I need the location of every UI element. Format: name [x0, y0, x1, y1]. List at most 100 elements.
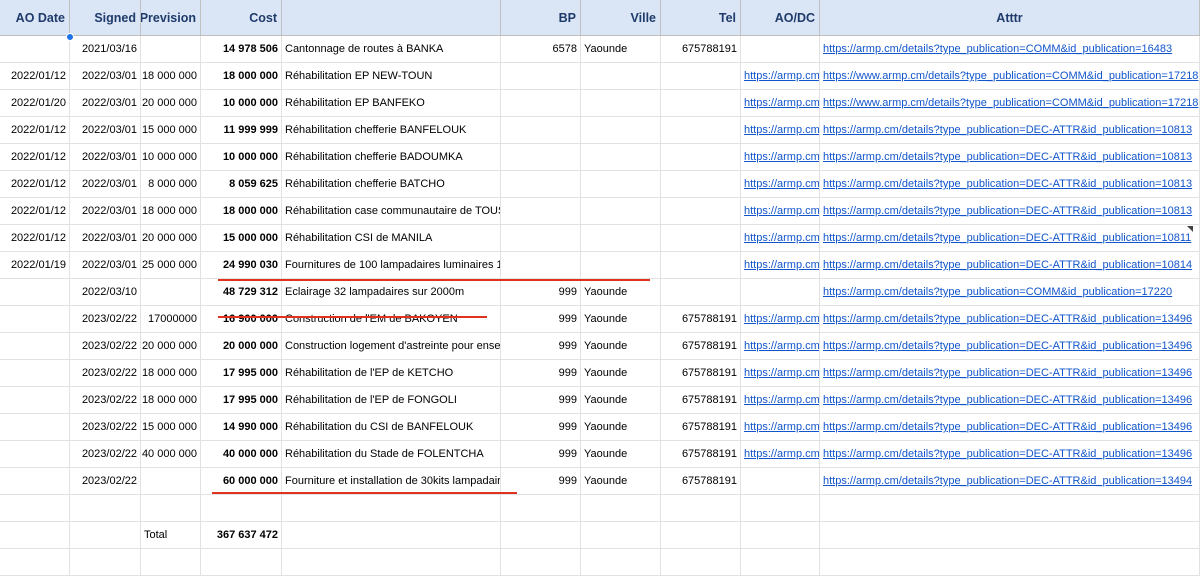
cell-bp[interactable]	[501, 171, 581, 198]
cell-ao-dc[interactable]: https://armp.cm/	[741, 252, 820, 279]
cell-tel[interactable]: 675788191	[661, 387, 741, 414]
cell-prevision[interactable]: 18 000 000	[141, 387, 201, 414]
cell-signed[interactable]: 2022/03/01	[70, 90, 141, 117]
cell-bp[interactable]: 999	[501, 387, 581, 414]
cell-ville[interactable]	[581, 549, 661, 576]
cell-ao-date[interactable]	[0, 441, 70, 468]
cell-ville[interactable]: Yaounde	[581, 387, 661, 414]
column-header-tel[interactable]: Tel	[661, 0, 741, 36]
cell-ao-date[interactable]	[0, 36, 70, 63]
cell-signed[interactable]: 2022/03/01	[70, 198, 141, 225]
cell-ao-dc[interactable]: https://armp.cm/	[741, 198, 820, 225]
cell-prevision[interactable]	[141, 468, 201, 495]
cell-ao-date[interactable]: 2022/01/12	[0, 171, 70, 198]
cell-prevision[interactable]: 25 000 000	[141, 252, 201, 279]
cell-ville[interactable]: Yaounde	[581, 468, 661, 495]
cell-ao-dc[interactable]	[741, 36, 820, 63]
cell-cost[interactable]: 18 000 000	[201, 63, 282, 90]
cell-cost[interactable]: 8 059 625	[201, 171, 282, 198]
cell-prevision[interactable]	[141, 279, 201, 306]
cell-signed[interactable]: 2023/02/22	[70, 468, 141, 495]
cell-prevision[interactable]: 18 000 000	[141, 63, 201, 90]
cell-signed[interactable]: 2023/02/22	[70, 387, 141, 414]
cell-signed[interactable]: 2022/03/01	[70, 117, 141, 144]
cell-ville[interactable]	[581, 63, 661, 90]
cell-prevision[interactable]: 8 000 000	[141, 171, 201, 198]
cell-description[interactable]: Eclairage 32 lampadaires sur 2000m	[282, 279, 501, 306]
cell-ville[interactable]	[581, 522, 661, 549]
cell-ao-dc[interactable]	[741, 279, 820, 306]
cell-atttr[interactable]: https://armp.cm/details?type_publication…	[820, 360, 1200, 387]
cell-ville[interactable]	[581, 117, 661, 144]
cell-bp[interactable]	[501, 63, 581, 90]
cell-atttr[interactable]: https://armp.cm/details?type_publication…	[820, 117, 1200, 144]
cell-signed[interactable]: 2022/03/01	[70, 225, 141, 252]
cell-ville[interactable]	[581, 252, 661, 279]
cell-bp[interactable]: 6578	[501, 36, 581, 63]
cell-atttr[interactable]: https://armp.cm/details?type_publication…	[820, 441, 1200, 468]
cell-signed[interactable]	[70, 522, 141, 549]
cell-ao-dc[interactable]: https://armp.cm/	[741, 90, 820, 117]
cell-description[interactable]: Fournitures de 100 lampadaires luminaire…	[282, 252, 501, 279]
cell-description[interactable]: Réhabilitation CSI de MANILA	[282, 225, 501, 252]
cell-bp[interactable]: 999	[501, 441, 581, 468]
cell-ville[interactable]: Yaounde	[581, 279, 661, 306]
cell-ao-date[interactable]: 2022/01/20	[0, 90, 70, 117]
cell-signed[interactable]	[70, 495, 141, 522]
cell-bp[interactable]	[501, 198, 581, 225]
cell-prevision[interactable]: 10 000 000	[141, 144, 201, 171]
cell-ao-dc[interactable]	[741, 468, 820, 495]
cell-tel[interactable]	[661, 198, 741, 225]
cell-ao-dc[interactable]: https://armp.cm/	[741, 117, 820, 144]
cell-cost[interactable]: 367 637 472	[201, 522, 282, 549]
cell-ao-dc[interactable]: https://armp.cm/	[741, 387, 820, 414]
cell-prevision[interactable]: 17000000	[141, 306, 201, 333]
cell-cost[interactable]: 40 000 000	[201, 441, 282, 468]
cell-bp[interactable]: 999	[501, 333, 581, 360]
cell-atttr[interactable]	[820, 522, 1200, 549]
cell-ao-dc[interactable]: https://armp.cm/	[741, 360, 820, 387]
cell-ao-dc[interactable]: https://armp.cm/	[741, 333, 820, 360]
cell-atttr[interactable]: https://armp.cm/details?type_publication…	[820, 198, 1200, 225]
cell-prevision[interactable]: Total	[141, 522, 201, 549]
cell-tel[interactable]	[661, 252, 741, 279]
cell-cost[interactable]: 60 000 000	[201, 468, 282, 495]
cell-atttr[interactable]	[820, 549, 1200, 576]
cell-ao-date[interactable]: 2022/01/12	[0, 63, 70, 90]
cell-prevision[interactable]: 18 000 000	[141, 198, 201, 225]
cell-prevision[interactable]: 18 000 000	[141, 360, 201, 387]
cell-ville[interactable]	[581, 198, 661, 225]
cell-ao-date[interactable]	[0, 495, 70, 522]
cell-ao-date[interactable]: 2022/01/12	[0, 225, 70, 252]
cell-signed[interactable]: 2023/02/22	[70, 441, 141, 468]
cell-prevision[interactable]: 20 000 000	[141, 90, 201, 117]
cell-tel[interactable]	[661, 225, 741, 252]
cell-atttr[interactable]: https://armp.cm/details?type_publication…	[820, 171, 1200, 198]
cell-cost[interactable]: 17 995 000	[201, 360, 282, 387]
cell-bp[interactable]: 999	[501, 414, 581, 441]
cell-cost[interactable]	[201, 495, 282, 522]
cell-cost[interactable]: 14 978 506	[201, 36, 282, 63]
cell-description[interactable]: Réhabilitation du Stade de FOLENTCHA	[282, 441, 501, 468]
cell-ao-dc[interactable]: https://armp.cm/	[741, 63, 820, 90]
cell-cost[interactable]: 14 990 000	[201, 414, 282, 441]
cell-ao-dc[interactable]	[741, 495, 820, 522]
cell-ao-date[interactable]	[0, 279, 70, 306]
cell-signed[interactable]: 2022/03/01	[70, 252, 141, 279]
column-header-cost[interactable]: Cost	[201, 0, 282, 36]
cell-ao-dc[interactable]: https://armp.cm/	[741, 306, 820, 333]
cell-ao-dc[interactable]: https://armp.cm/	[741, 225, 820, 252]
cell-bp[interactable]	[501, 117, 581, 144]
cell-ville[interactable]	[581, 90, 661, 117]
cell-bp[interactable]: 999	[501, 360, 581, 387]
cell-cost[interactable]: 20 000 000	[201, 333, 282, 360]
cell-cost[interactable]	[201, 549, 282, 576]
cell-prevision[interactable]: 20 000 000	[141, 333, 201, 360]
cell-tel[interactable]	[661, 63, 741, 90]
cell-cost[interactable]: 16 900 000	[201, 306, 282, 333]
selection-fill-handle[interactable]	[66, 33, 74, 41]
cell-tel[interactable]: 675788191	[661, 36, 741, 63]
cell-cost[interactable]: 17 995 000	[201, 387, 282, 414]
cell-atttr[interactable]	[820, 495, 1200, 522]
cell-atttr[interactable]: https://armp.cm/details?type_publication…	[820, 279, 1200, 306]
